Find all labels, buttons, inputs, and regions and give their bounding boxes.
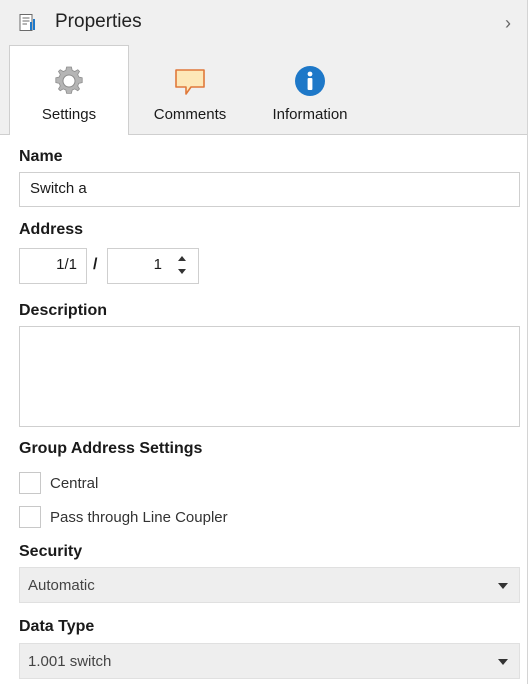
panel-header: Properties › bbox=[0, 0, 527, 47]
tab-comments[interactable]: Comments bbox=[131, 46, 249, 134]
pass-through-line-coupler-checkbox[interactable] bbox=[19, 506, 41, 528]
tab-bar: Settings Comments Information bbox=[0, 45, 527, 135]
tab-information[interactable]: Information bbox=[251, 46, 369, 134]
group-address-settings-label: Group Address Settings bbox=[19, 440, 203, 457]
stepper-down-icon[interactable] bbox=[178, 269, 186, 274]
data-type-select[interactable]: 1.001 switch bbox=[19, 643, 520, 679]
name-label: Name bbox=[19, 148, 63, 165]
security-select[interactable]: Automatic bbox=[19, 567, 520, 603]
tab-label: Information bbox=[272, 106, 348, 123]
comment-icon bbox=[173, 64, 207, 98]
central-label: Central bbox=[50, 475, 99, 492]
data-type-label: Data Type bbox=[19, 618, 95, 635]
address-separator: / bbox=[93, 256, 98, 273]
central-checkbox[interactable] bbox=[19, 472, 41, 494]
tab-settings[interactable]: Settings bbox=[9, 45, 129, 135]
address-prefix-field: 1/1 bbox=[19, 248, 87, 284]
tab-label: Settings bbox=[41, 106, 97, 123]
dropdown-arrow-icon bbox=[498, 583, 508, 589]
description-label: Description bbox=[19, 302, 108, 319]
properties-panel: Properties › Settings Comments Informati… bbox=[0, 0, 528, 684]
security-label: Security bbox=[19, 543, 83, 560]
name-input[interactable]: Switch a bbox=[19, 172, 520, 207]
data-type-value: 1.001 switch bbox=[28, 653, 112, 670]
address-prefix-value: 1/1 bbox=[56, 256, 77, 273]
address-label: Address bbox=[19, 221, 84, 238]
address-stepper[interactable]: 1 bbox=[107, 248, 199, 284]
description-textarea[interactable] bbox=[19, 326, 520, 427]
panel-title: Properties bbox=[55, 11, 142, 32]
security-value: Automatic bbox=[28, 577, 95, 594]
name-value: Switch a bbox=[30, 180, 87, 197]
stepper-up-icon[interactable] bbox=[178, 256, 186, 261]
address-value: 1 bbox=[153, 256, 162, 273]
dropdown-arrow-icon bbox=[498, 659, 508, 665]
chevron-right-icon[interactable]: › bbox=[505, 13, 511, 34]
tab-label: Comments bbox=[153, 106, 227, 123]
pass-through-line-coupler-label: Pass through Line Coupler bbox=[50, 509, 228, 526]
properties-icon bbox=[19, 14, 37, 32]
gear-icon bbox=[52, 64, 86, 98]
info-icon bbox=[293, 64, 327, 98]
